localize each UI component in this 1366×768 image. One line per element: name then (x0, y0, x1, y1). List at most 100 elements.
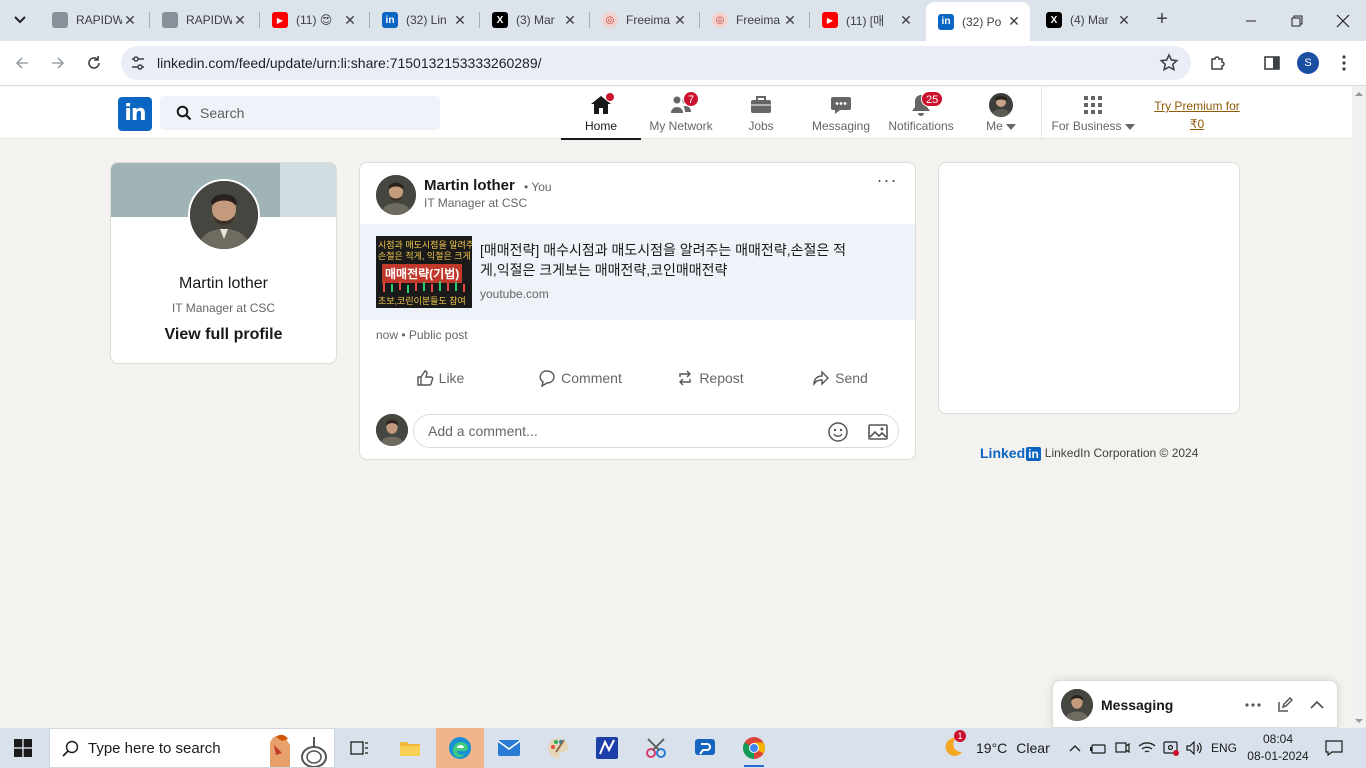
tab-search-button[interactable] (6, 7, 34, 33)
browser-tab[interactable]: ▶ (11) 😍 ✕ (260, 4, 366, 36)
browser-tab-active[interactable]: in (32) Po ✕ (926, 2, 1030, 41)
mail-button[interactable] (485, 728, 533, 768)
forward-button[interactable] (44, 49, 72, 77)
browser-tab[interactable]: in (32) Lin ✕ (370, 4, 476, 36)
photo-icon[interactable] (867, 421, 889, 443)
profile-button[interactable]: S (1296, 51, 1320, 75)
messaging-expand-button[interactable] (1307, 695, 1327, 715)
browser-tab[interactable]: X (4) Mar ✕ (1034, 4, 1140, 36)
emoji-icon[interactable] (827, 421, 849, 443)
close-tab-icon[interactable]: ✕ (562, 12, 578, 29)
taskbar-search-input[interactable] (88, 729, 268, 767)
close-tab-icon[interactable]: ✕ (898, 12, 914, 29)
taskbar-search[interactable] (49, 728, 335, 768)
linkedin-search[interactable] (160, 96, 440, 130)
browser-tab[interactable]: ▶ (11) [매 ✕ (810, 4, 922, 36)
profile-avatar[interactable] (188, 179, 260, 251)
repost-button[interactable]: Repost (658, 363, 762, 393)
nav-notifications[interactable]: 25 Notifications (881, 87, 961, 139)
back-button[interactable] (8, 49, 36, 77)
system-clock[interactable]: 08:04 08-01-2024 (1240, 731, 1316, 765)
site-settings-icon[interactable] (129, 54, 147, 72)
input-language-button[interactable]: ENG (1208, 728, 1240, 768)
minimize-button[interactable] (1228, 0, 1274, 41)
notification-center-button[interactable] (1320, 728, 1348, 768)
volume-button[interactable] (1184, 728, 1206, 768)
messaging-title[interactable]: Messaging (1101, 697, 1173, 713)
file-explorer-button[interactable] (386, 728, 434, 768)
new-tab-button[interactable]: + (1150, 8, 1174, 32)
view-full-profile-link[interactable]: View full profile (111, 326, 336, 344)
messaging-overlay[interactable]: Messaging (1052, 680, 1338, 728)
edge-button[interactable] (436, 728, 484, 768)
browser-menu-button[interactable] (1332, 51, 1356, 75)
close-tab-icon[interactable]: ✕ (342, 12, 358, 29)
bookmark-star-icon[interactable] (1159, 53, 1179, 73)
tray-device-button[interactable] (1112, 728, 1132, 768)
nav-for-business[interactable]: For Business (1048, 87, 1138, 139)
browser-tab[interactable]: ◎ Freeima ✕ (700, 4, 806, 36)
link-preview-title[interactable]: [매매전략] 매수시점과 매도시점을 알려주는 매매전략,손절은 적게,익절은 … (480, 240, 850, 280)
close-window-button[interactable] (1320, 0, 1366, 41)
caret-down-icon (1005, 123, 1016, 130)
app-tile-button[interactable] (583, 728, 631, 768)
browser-tab[interactable]: ◎ Freeima ✕ (590, 4, 696, 36)
grid-icon (1084, 96, 1102, 114)
extensions-button[interactable] (1206, 51, 1230, 75)
link-preview[interactable]: 시점과 매도시점을 알려주 손절은 적게, 익절은 크게 매매전략(기법) 초보… (360, 224, 915, 320)
post-author-avatar[interactable] (376, 175, 416, 215)
close-tab-icon[interactable]: ✕ (1006, 13, 1022, 30)
nav-messaging[interactable]: Messaging (801, 87, 881, 139)
nav-jobs[interactable]: Jobs (721, 87, 801, 139)
weather-widget[interactable]: 1 19°C Clear (942, 728, 1050, 768)
post-more-options-button[interactable]: ··· (874, 171, 900, 195)
show-hidden-icons-button[interactable] (1064, 728, 1086, 768)
post-meta: now • Public post (376, 328, 468, 342)
send-button[interactable]: Send (788, 363, 892, 393)
browser-tab[interactable]: RAPIDW ✕ (40, 4, 146, 36)
post-author-name[interactable]: Martin lother (424, 177, 515, 194)
network-button[interactable] (1136, 728, 1158, 768)
task-view-button[interactable] (336, 728, 384, 768)
windows-start-icon[interactable] (14, 739, 32, 757)
browser-tab[interactable]: X (3) Mar ✕ (480, 4, 586, 36)
linkedin-logo[interactable]: in (118, 97, 152, 131)
paint-button[interactable] (534, 728, 582, 768)
nav-me[interactable]: Me (961, 87, 1041, 139)
close-tab-icon[interactable]: ✕ (232, 12, 248, 29)
search-input[interactable] (200, 96, 430, 130)
close-tab-icon[interactable]: ✕ (782, 12, 798, 29)
like-button[interactable]: Like (388, 363, 492, 393)
browser-tab[interactable]: RAPIDW ✕ (150, 4, 256, 36)
close-tab-icon[interactable]: ✕ (1116, 12, 1132, 29)
close-tab-icon[interactable]: ✕ (672, 12, 688, 29)
send-icon (813, 370, 830, 387)
quick-assist-button[interactable] (681, 728, 729, 768)
nav-home[interactable]: Home (561, 87, 641, 140)
page-scrollbar[interactable] (1352, 87, 1366, 728)
compose-message-button[interactable] (1275, 695, 1295, 715)
address-bar[interactable]: linkedin.com/feed/update/urn:li:share:71… (121, 46, 1191, 80)
footer-linkedin-logo[interactable]: Linked in (980, 445, 1041, 461)
comment-button[interactable]: Comment (528, 363, 632, 393)
close-tab-icon[interactable]: ✕ (122, 12, 138, 29)
try-premium-link[interactable]: Try Premium for ₹0 (1148, 97, 1246, 133)
video-thumbnail[interactable]: 시점과 매도시점을 알려주 손절은 적게, 익절은 크게 매매전략(기법) 초보… (376, 236, 472, 308)
restore-button[interactable] (1274, 0, 1320, 41)
commenter-avatar (376, 414, 408, 446)
side-panel-button[interactable] (1260, 51, 1284, 75)
close-tab-icon[interactable]: ✕ (452, 12, 468, 29)
chrome-icon (743, 737, 765, 759)
nav-my-network[interactable]: 7 My Network (641, 87, 721, 139)
url-text[interactable]: linkedin.com/feed/update/urn:li:share:71… (157, 55, 542, 71)
comment-box[interactable] (413, 414, 899, 448)
tray-battery-button[interactable] (1088, 728, 1108, 768)
profile-name[interactable]: Martin lother (111, 275, 336, 293)
location-button[interactable] (1160, 728, 1182, 768)
chrome-button[interactable] (730, 728, 778, 768)
snipping-tool-button[interactable] (632, 728, 680, 768)
messaging-more-button[interactable] (1243, 695, 1263, 715)
caret-down-icon (1124, 123, 1135, 130)
reload-button[interactable] (80, 49, 108, 77)
comment-input[interactable] (428, 415, 818, 447)
